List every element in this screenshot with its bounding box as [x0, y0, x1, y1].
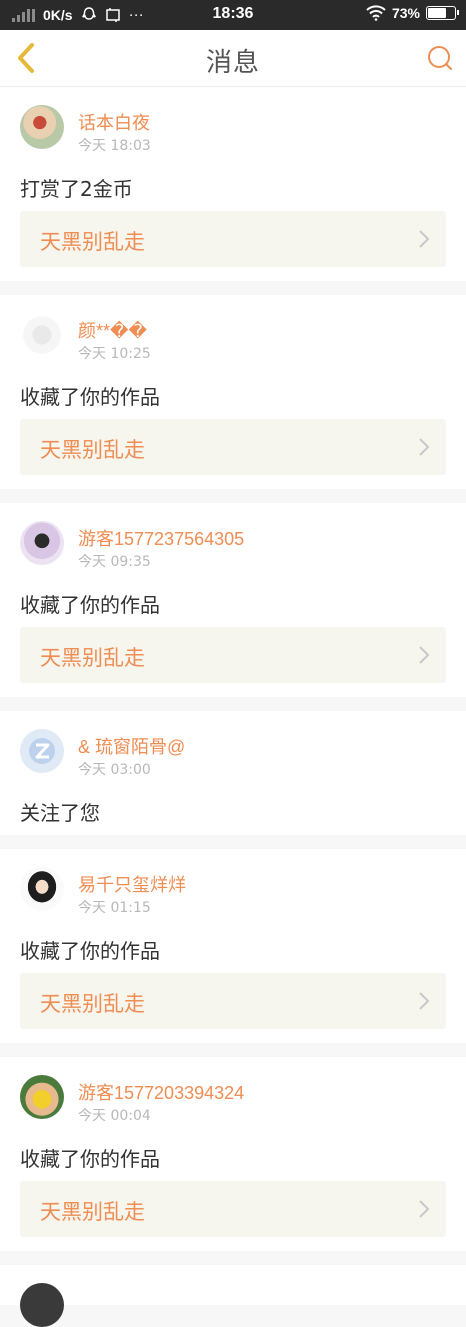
message-card: & 琉窗陌骨@ 今天 03:00 关注了您: [0, 711, 466, 835]
avatar[interactable]: [20, 313, 64, 357]
avatar[interactable]: [20, 105, 64, 149]
message-card: 游客1577237564305 今天 09:35 收藏了你的作品 天黑别乱走: [0, 503, 466, 697]
message-card: [0, 1265, 466, 1327]
user-name[interactable]: 话本白夜: [78, 109, 150, 135]
user-name[interactable]: 游客1577203394324: [78, 1079, 244, 1105]
default-avatar-icon: [29, 738, 55, 764]
avatar[interactable]: [20, 521, 64, 565]
message-time: 今天 00:04: [78, 1108, 151, 1124]
user-name[interactable]: 游客1577237564305: [78, 525, 244, 551]
message-list: 话本白夜 今天 18:03 打赏了2金币 天黑别乱走 颜**�� 今天 10:2…: [0, 87, 466, 1327]
work-link[interactable]: 天黑别乱走: [20, 973, 446, 1029]
chevron-right-icon: [419, 438, 430, 456]
message-card: 易千只玺烊烊 今天 01:15 收藏了你的作品 天黑别乱走: [0, 849, 466, 1043]
work-link[interactable]: 天黑别乱走: [20, 211, 446, 267]
page-title: 消息: [205, 48, 260, 78]
action-text: 收藏了你的作品: [20, 385, 160, 409]
chevron-right-icon: [419, 646, 430, 664]
work-title: 天黑别乱走: [40, 230, 145, 254]
action-text: 关注了您: [20, 801, 100, 825]
user-name[interactable]: 颜**��: [78, 317, 147, 343]
work-link[interactable]: 天黑别乱走: [20, 627, 446, 683]
wifi-icon: [366, 5, 386, 21]
work-link[interactable]: 天黑别乱走: [20, 419, 446, 475]
avatar[interactable]: [20, 729, 64, 773]
battery-percent: 73%: [391, 5, 420, 21]
chevron-right-icon: [419, 992, 430, 1010]
message-card: 颜**�� 今天 10:25 收藏了你的作品 天黑别乱走: [0, 295, 466, 489]
app-header: 消息: [0, 30, 466, 87]
action-text: 收藏了你的作品: [20, 939, 160, 963]
work-title: 天黑别乱走: [40, 438, 145, 462]
action-text: 打赏了2金币: [20, 177, 133, 201]
message-time: 今天 18:03: [78, 138, 151, 154]
work-link[interactable]: 天黑别乱走: [20, 1181, 446, 1237]
user-name[interactable]: & 琉窗陌骨@: [78, 733, 185, 759]
work-title: 天黑别乱走: [40, 1200, 145, 1224]
work-title: 天黑别乱走: [40, 992, 145, 1016]
status-bar: 0K/s ··· 18:36 73%: [0, 0, 466, 30]
action-text: 收藏了你的作品: [20, 1147, 160, 1171]
message-time: 今天 09:35: [78, 554, 151, 570]
search-icon[interactable]: [426, 44, 454, 72]
message-time: 今天 03:00: [78, 762, 151, 778]
action-text: 收藏了你的作品: [20, 593, 160, 617]
avatar[interactable]: [20, 867, 64, 911]
avatar[interactable]: [20, 1075, 64, 1119]
message-card: 游客1577203394324 今天 00:04 收藏了你的作品 天黑别乱走: [0, 1057, 466, 1251]
message-time: 今天 01:15: [78, 900, 151, 916]
avatar[interactable]: [20, 1283, 64, 1327]
message-time: 今天 10:25: [78, 346, 151, 362]
battery-icon: [426, 6, 459, 20]
user-name[interactable]: 易千只玺烊烊: [78, 871, 186, 897]
work-title: 天黑别乱走: [40, 646, 145, 670]
chevron-right-icon: [419, 230, 430, 248]
message-card: 话本白夜 今天 18:03 打赏了2金币 天黑别乱走: [0, 87, 466, 281]
chevron-right-icon: [419, 1200, 430, 1218]
